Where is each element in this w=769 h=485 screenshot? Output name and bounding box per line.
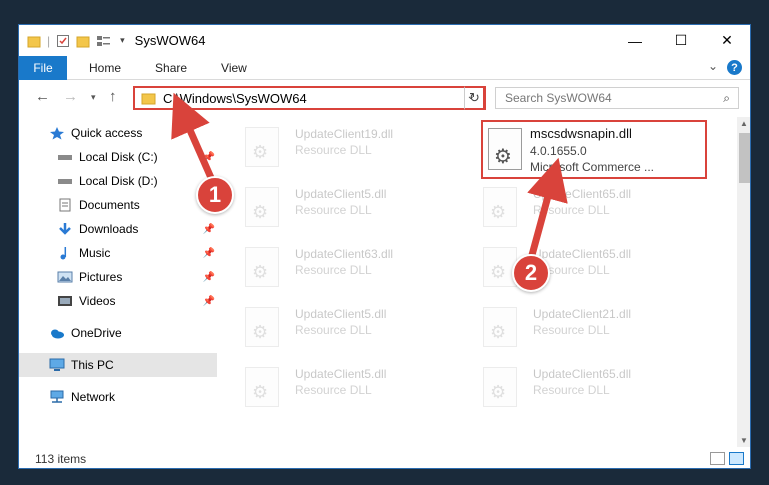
arrow-step-1 (171, 92, 216, 182)
arrow-step-2 (527, 157, 568, 256)
annotation-arrows (171, 92, 568, 256)
step-badge-1: 1 (196, 176, 234, 214)
step-badge-2: 2 (512, 254, 550, 292)
